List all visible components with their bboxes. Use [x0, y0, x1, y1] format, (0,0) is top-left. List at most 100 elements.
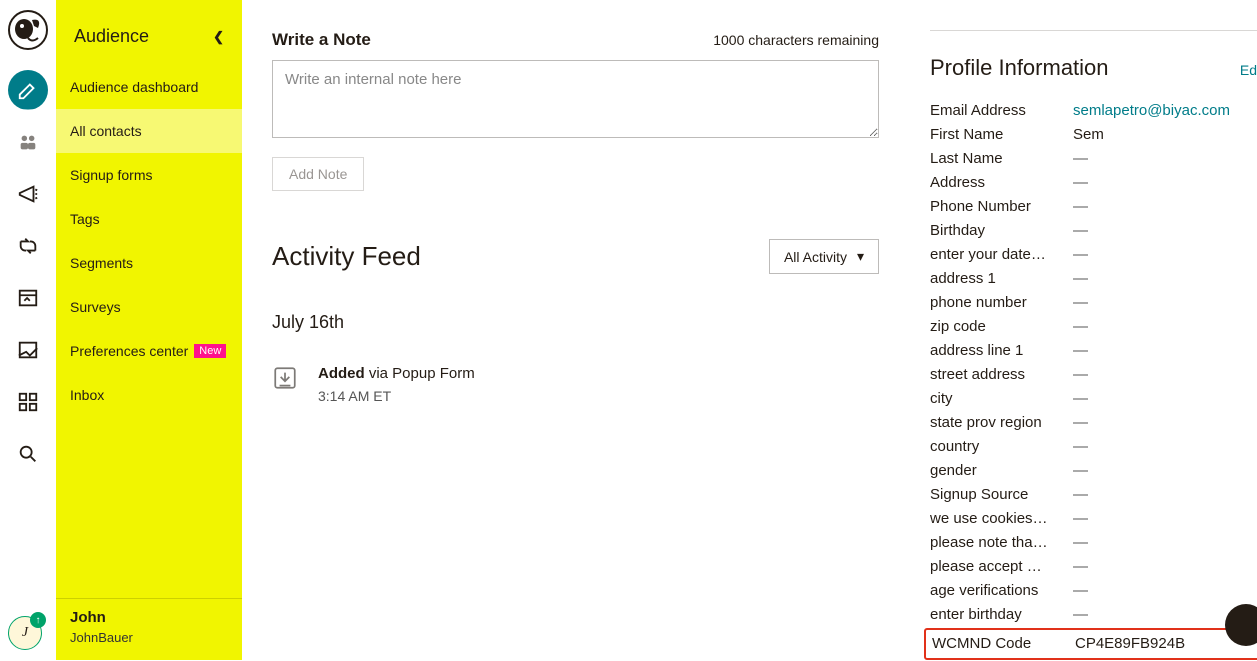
profile-field-label: zip code [930, 315, 1073, 339]
profile-field-value: — [1073, 411, 1088, 435]
profile-field-label: please note tha… [930, 531, 1073, 555]
note-textarea[interactable] [272, 60, 879, 138]
profile-field-label: street address [930, 363, 1073, 387]
profile-field-value: — [1073, 459, 1088, 483]
profile-field-value: — [1073, 267, 1088, 291]
profile-field-value: — [1073, 291, 1088, 315]
profile-row: city— [930, 387, 1257, 411]
activity-filter-label: All Activity [784, 249, 847, 265]
profile-field-label: country [930, 435, 1073, 459]
profile-field-label: please accept … [930, 555, 1073, 579]
profile-row: Last Name— [930, 147, 1257, 171]
profile-field-label: phone number [930, 291, 1073, 315]
activity-feed-title: Activity Feed [272, 241, 421, 272]
rail-content-icon[interactable] [8, 330, 48, 370]
account-name: John [70, 609, 228, 626]
profile-field-value: — [1073, 315, 1088, 339]
profile-field-value: — [1073, 603, 1088, 627]
add-note-button[interactable]: Add Note [272, 157, 364, 191]
profile-field-value: — [1073, 195, 1088, 219]
sidebar-item-tags[interactable]: Tags [56, 197, 242, 241]
profile-field-value: Sem [1073, 123, 1104, 147]
profile-row: address 1— [930, 267, 1257, 291]
profile-field-label: Birthday [930, 219, 1073, 243]
activity-filter-dropdown[interactable]: All Activity ▾ [769, 239, 879, 274]
mailchimp-logo-icon[interactable] [8, 10, 48, 50]
sidebar-item-label: Segments [70, 255, 133, 271]
profile-field-value: — [1073, 483, 1088, 507]
profile-field-label: city [930, 387, 1073, 411]
user-avatar[interactable]: J ↑ [8, 616, 42, 650]
profile-title: Profile Information [930, 55, 1109, 81]
profile-field-label: enter birthday [930, 603, 1073, 627]
profile-row: enter birthday— [930, 603, 1257, 627]
profile-row: phone number— [930, 291, 1257, 315]
profile-field-label: address line 1 [930, 339, 1073, 363]
sidebar-title: Audience [74, 26, 149, 47]
sidebar-item-label: Surveys [70, 299, 121, 315]
profile-field-value: — [1073, 435, 1088, 459]
sidebar-item-label: Inbox [70, 387, 104, 403]
new-badge: New [194, 344, 226, 358]
rail-automations-icon[interactable] [8, 226, 48, 266]
profile-field-label: enter your date… [930, 243, 1073, 267]
profile-field-label: Address [930, 171, 1073, 195]
sidebar-item-all-contacts[interactable]: All contacts [0, 109, 242, 153]
profile-field-value: — [1073, 531, 1088, 555]
profile-field-value[interactable]: semlapetro@biyac.com [1073, 99, 1230, 123]
profile-field-value: — [1073, 579, 1088, 603]
feed-item: Added via Popup Form 3:14 AM ET [272, 365, 879, 404]
rail-website-icon[interactable] [8, 278, 48, 318]
profile-field-value: — [1073, 147, 1088, 171]
profile-field-value: CP4E89FB924B [1075, 632, 1185, 656]
sidebar-account-footer[interactable]: John JohnBauer [56, 598, 242, 660]
profile-row: state prov region— [930, 411, 1257, 435]
rail-integrations-icon[interactable] [8, 382, 48, 422]
feed-date-header: July 16th [272, 312, 879, 333]
note-title: Write a Note [272, 30, 371, 50]
profile-field-value: — [1073, 387, 1088, 411]
profile-field-value: — [1073, 363, 1088, 387]
profile-panel: Profile Information Ed Email Addressseml… [930, 30, 1257, 661]
profile-field-label: Signup Source [930, 483, 1073, 507]
profile-field-label: WCMND Code [932, 632, 1075, 656]
profile-row: Birthday— [930, 219, 1257, 243]
profile-row: please note tha…— [930, 531, 1257, 555]
rail-search-icon[interactable] [8, 434, 48, 474]
sidebar-collapse-icon[interactable]: ❮ [213, 29, 224, 45]
profile-field-value: — [1073, 171, 1088, 195]
profile-field-label: gender [930, 459, 1073, 483]
profile-field-label: age verifications [930, 579, 1073, 603]
added-icon [272, 365, 298, 391]
rail-create-icon[interactable] [8, 70, 48, 110]
sidebar-item-segments[interactable]: Segments [56, 241, 242, 285]
profile-row: enter your date…— [930, 243, 1257, 267]
avatar-initial: J [22, 625, 28, 641]
profile-field-label: Email Address [930, 99, 1073, 123]
sidebar-item-preferences-center[interactable]: Preferences center New [56, 329, 242, 373]
sidebar-item-inbox[interactable]: Inbox [56, 373, 242, 417]
profile-row: First NameSem [930, 123, 1257, 147]
sidebar-item-signup-forms[interactable]: Signup forms [56, 153, 242, 197]
profile-row: street address— [930, 363, 1257, 387]
profile-field-label: First Name [930, 123, 1073, 147]
rail-campaigns-icon[interactable] [8, 174, 48, 214]
profile-field-value: — [1073, 219, 1088, 243]
profile-row: Email Addresssemlapetro@biyac.com [930, 99, 1257, 123]
sidebar-item-surveys[interactable]: Surveys [56, 285, 242, 329]
chevron-down-icon: ▾ [857, 248, 864, 265]
profile-row: zip code— [930, 315, 1257, 339]
profile-field-label: address 1 [930, 267, 1073, 291]
profile-row: please accept …— [930, 555, 1257, 579]
profile-field-label: Last Name [930, 147, 1073, 171]
profile-field-value: — [1073, 555, 1088, 579]
profile-row: Signup Source— [930, 483, 1257, 507]
profile-edit-link[interactable]: Ed [1240, 62, 1257, 78]
sidebar-item-audience-dashboard[interactable]: Audience dashboard [56, 65, 242, 109]
profile-row: we use cookies…— [930, 507, 1257, 531]
profile-row: WCMND CodeCP4E89FB924B [924, 628, 1257, 660]
profile-field-value: — [1073, 339, 1088, 363]
feed-item-time: 3:14 AM ET [318, 388, 475, 404]
sidebar: Audience ❮ Audience dashboard All contac… [56, 0, 242, 660]
feed-item-text: Added via Popup Form [318, 365, 475, 382]
